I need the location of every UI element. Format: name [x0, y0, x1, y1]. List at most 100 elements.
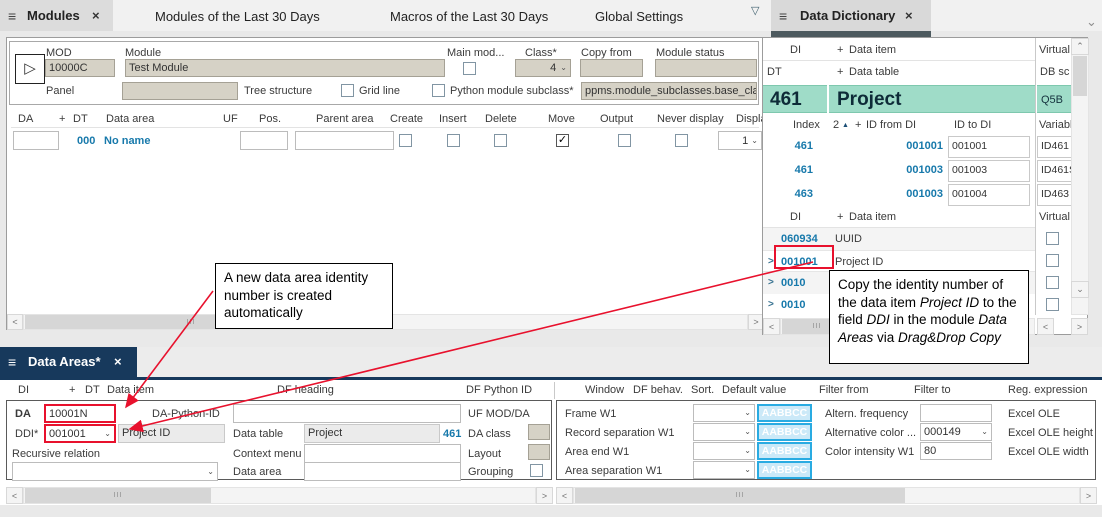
dict-col-plus[interactable]: + [837, 44, 843, 56]
da-id-input[interactable] [13, 131, 59, 150]
data-area-input[interactable] [304, 462, 461, 481]
virtual-checkbox[interactable] [1046, 232, 1059, 245]
scroll-right-icon[interactable]: > [1080, 487, 1097, 504]
index-row-variable-cell[interactable]: ID463 [1037, 184, 1073, 206]
delete-checkbox[interactable] [494, 134, 507, 147]
col-id-to-di[interactable]: ID to DI [954, 119, 991, 131]
tab-data-dictionary[interactable]: ≡ Data Dictionary × [771, 0, 931, 31]
selected-table-schema-cell[interactable]: Q5B [1037, 85, 1071, 113]
tab-modules-last-30-days[interactable]: Modules of the Last 30 Days [155, 9, 320, 24]
da-col-filter-to[interactable]: Filter to [914, 384, 951, 396]
col-data-area[interactable]: Data area [106, 113, 154, 125]
selected-table-name-cell[interactable]: Project [829, 85, 1035, 113]
layout-field[interactable] [528, 444, 550, 460]
da-class-field[interactable] [528, 424, 550, 440]
tab-data-areas[interactable]: ≡ Data Areas* × [0, 347, 137, 377]
scroll-left-icon[interactable]: < [1037, 318, 1054, 335]
display-dropdown[interactable]: 1⌄ [718, 131, 762, 150]
overflow-icon[interactable]: ▽ [751, 4, 759, 17]
da-col-window[interactable]: Window [585, 384, 624, 396]
create-checkbox[interactable] [399, 134, 412, 147]
col-move[interactable]: Move [548, 113, 575, 125]
di-col-data-item[interactable]: Data item [849, 211, 896, 223]
altern-frequency-input[interactable] [920, 404, 992, 422]
scroll-left-icon[interactable]: < [763, 318, 780, 335]
copy-from-field[interactable] [580, 59, 643, 77]
expand-arrow-icon[interactable]: > [768, 299, 774, 310]
index-sort-num[interactable]: 2 [833, 119, 839, 131]
virtual-checkbox[interactable] [1046, 276, 1059, 289]
class-dropdown[interactable]: 4⌄ [515, 59, 571, 77]
da-col-df-behav[interactable]: DF behav. [633, 384, 683, 396]
col-create[interactable]: Create [390, 113, 423, 125]
run-module-button[interactable]: ▷ [15, 54, 45, 84]
col-parent-area[interactable]: Parent area [316, 113, 373, 125]
close-icon[interactable]: × [114, 354, 122, 369]
alternative-color-dropdown[interactable]: 000149⌄ [920, 423, 992, 441]
da-id-field[interactable]: 10001N [44, 404, 116, 423]
virtual-checkbox[interactable] [1046, 254, 1059, 267]
col-never-display[interactable]: Never display [657, 113, 724, 125]
hamburger-icon[interactable]: ≡ [779, 8, 787, 24]
index-row-id-to-cell[interactable]: 001004 [948, 184, 1030, 206]
index-row-variable-cell[interactable]: ID461S [1037, 160, 1073, 182]
main-mod-checkbox[interactable] [463, 62, 476, 75]
close-icon[interactable]: × [905, 8, 913, 23]
mod-field[interactable]: 10000C [45, 59, 115, 77]
scroll-left-icon[interactable]: < [6, 487, 23, 504]
col-output[interactable]: Output [600, 113, 633, 125]
python-subclass-checkbox[interactable] [432, 84, 445, 97]
pos-input[interactable] [240, 131, 288, 150]
move-checkbox[interactable]: ✓ [556, 134, 569, 147]
output-checkbox[interactable] [618, 134, 631, 147]
da-col-default-value[interactable]: Default value [722, 384, 786, 396]
grid-line-checkbox[interactable] [341, 84, 354, 97]
dict-col-db-schema[interactable]: DB scher [1040, 66, 1070, 78]
col-da[interactable]: DA [18, 113, 33, 125]
da-col-df-heading[interactable]: DF heading [277, 384, 334, 396]
index-row-index[interactable]: 461 [773, 164, 813, 176]
dict-col-data-item[interactable]: Data item [849, 44, 896, 56]
index-col[interactable]: Index [793, 119, 820, 131]
area-separation-color-swatch[interactable]: AABBCC [757, 461, 812, 479]
module-name-field[interactable]: Test Module [125, 59, 445, 77]
ddi-dropdown[interactable]: 001001⌄ [44, 424, 116, 443]
hamburger-icon[interactable]: ≡ [8, 354, 16, 370]
area-end-dropdown[interactable]: ⌄ [693, 442, 755, 460]
expand-arrow-icon[interactable]: > [768, 256, 774, 267]
di-col-plus[interactable]: + [837, 211, 843, 223]
dict-col-di[interactable]: DI [790, 44, 801, 56]
da-col-filter-from[interactable]: Filter from [819, 384, 869, 396]
index-row-id-to-cell[interactable]: 001003 [948, 160, 1030, 182]
tab-macros-last-30-days[interactable]: Macros of the Last 30 Days [390, 9, 548, 24]
index-row-index[interactable]: 463 [773, 188, 813, 200]
scroll-up-icon[interactable]: ⌃ [1071, 38, 1089, 55]
collapse-panel-top-icon[interactable]: ⌄ [1086, 14, 1097, 30]
color-intensity-input[interactable]: 80 [920, 442, 992, 460]
row-data-area-value[interactable]: No name [104, 135, 150, 147]
col-dt[interactable]: DT [73, 113, 88, 125]
da-col-dt[interactable]: DT [85, 384, 100, 396]
record-separation-color-swatch[interactable]: AABBCC [757, 423, 812, 441]
index-row-id-from[interactable]: 001001 [858, 140, 943, 152]
col-id-from-di[interactable]: ID from DI [866, 119, 916, 131]
scroll-right-icon[interactable]: > [536, 487, 553, 504]
index-row-id-to-cell[interactable]: 001001 [948, 136, 1030, 158]
col-uf[interactable]: UF [223, 113, 238, 125]
expand-arrow-icon[interactable]: > [768, 277, 774, 288]
area-separation-dropdown[interactable]: ⌄ [693, 461, 755, 479]
scroll-left-icon[interactable]: < [7, 314, 23, 330]
h-scrollbar-thumb[interactable]: III [575, 488, 905, 503]
context-menu-input[interactable] [304, 444, 461, 463]
dict-col-data-table[interactable]: Data table [849, 66, 899, 78]
da-col-sort[interactable]: Sort. [691, 384, 714, 396]
frame-w1-dropdown[interactable]: ⌄ [693, 404, 755, 422]
da-col-plus[interactable]: + [69, 384, 75, 396]
col-delete[interactable]: Delete [485, 113, 517, 125]
da-col-df-python[interactable]: DF Python ID [466, 384, 532, 396]
col-pos[interactable]: Pos. [259, 113, 281, 125]
index-row-id-from[interactable]: 001003 [858, 164, 943, 176]
di-col-di[interactable]: DI [790, 211, 801, 223]
close-icon[interactable]: × [92, 8, 100, 23]
da-python-id-input[interactable] [233, 404, 461, 423]
